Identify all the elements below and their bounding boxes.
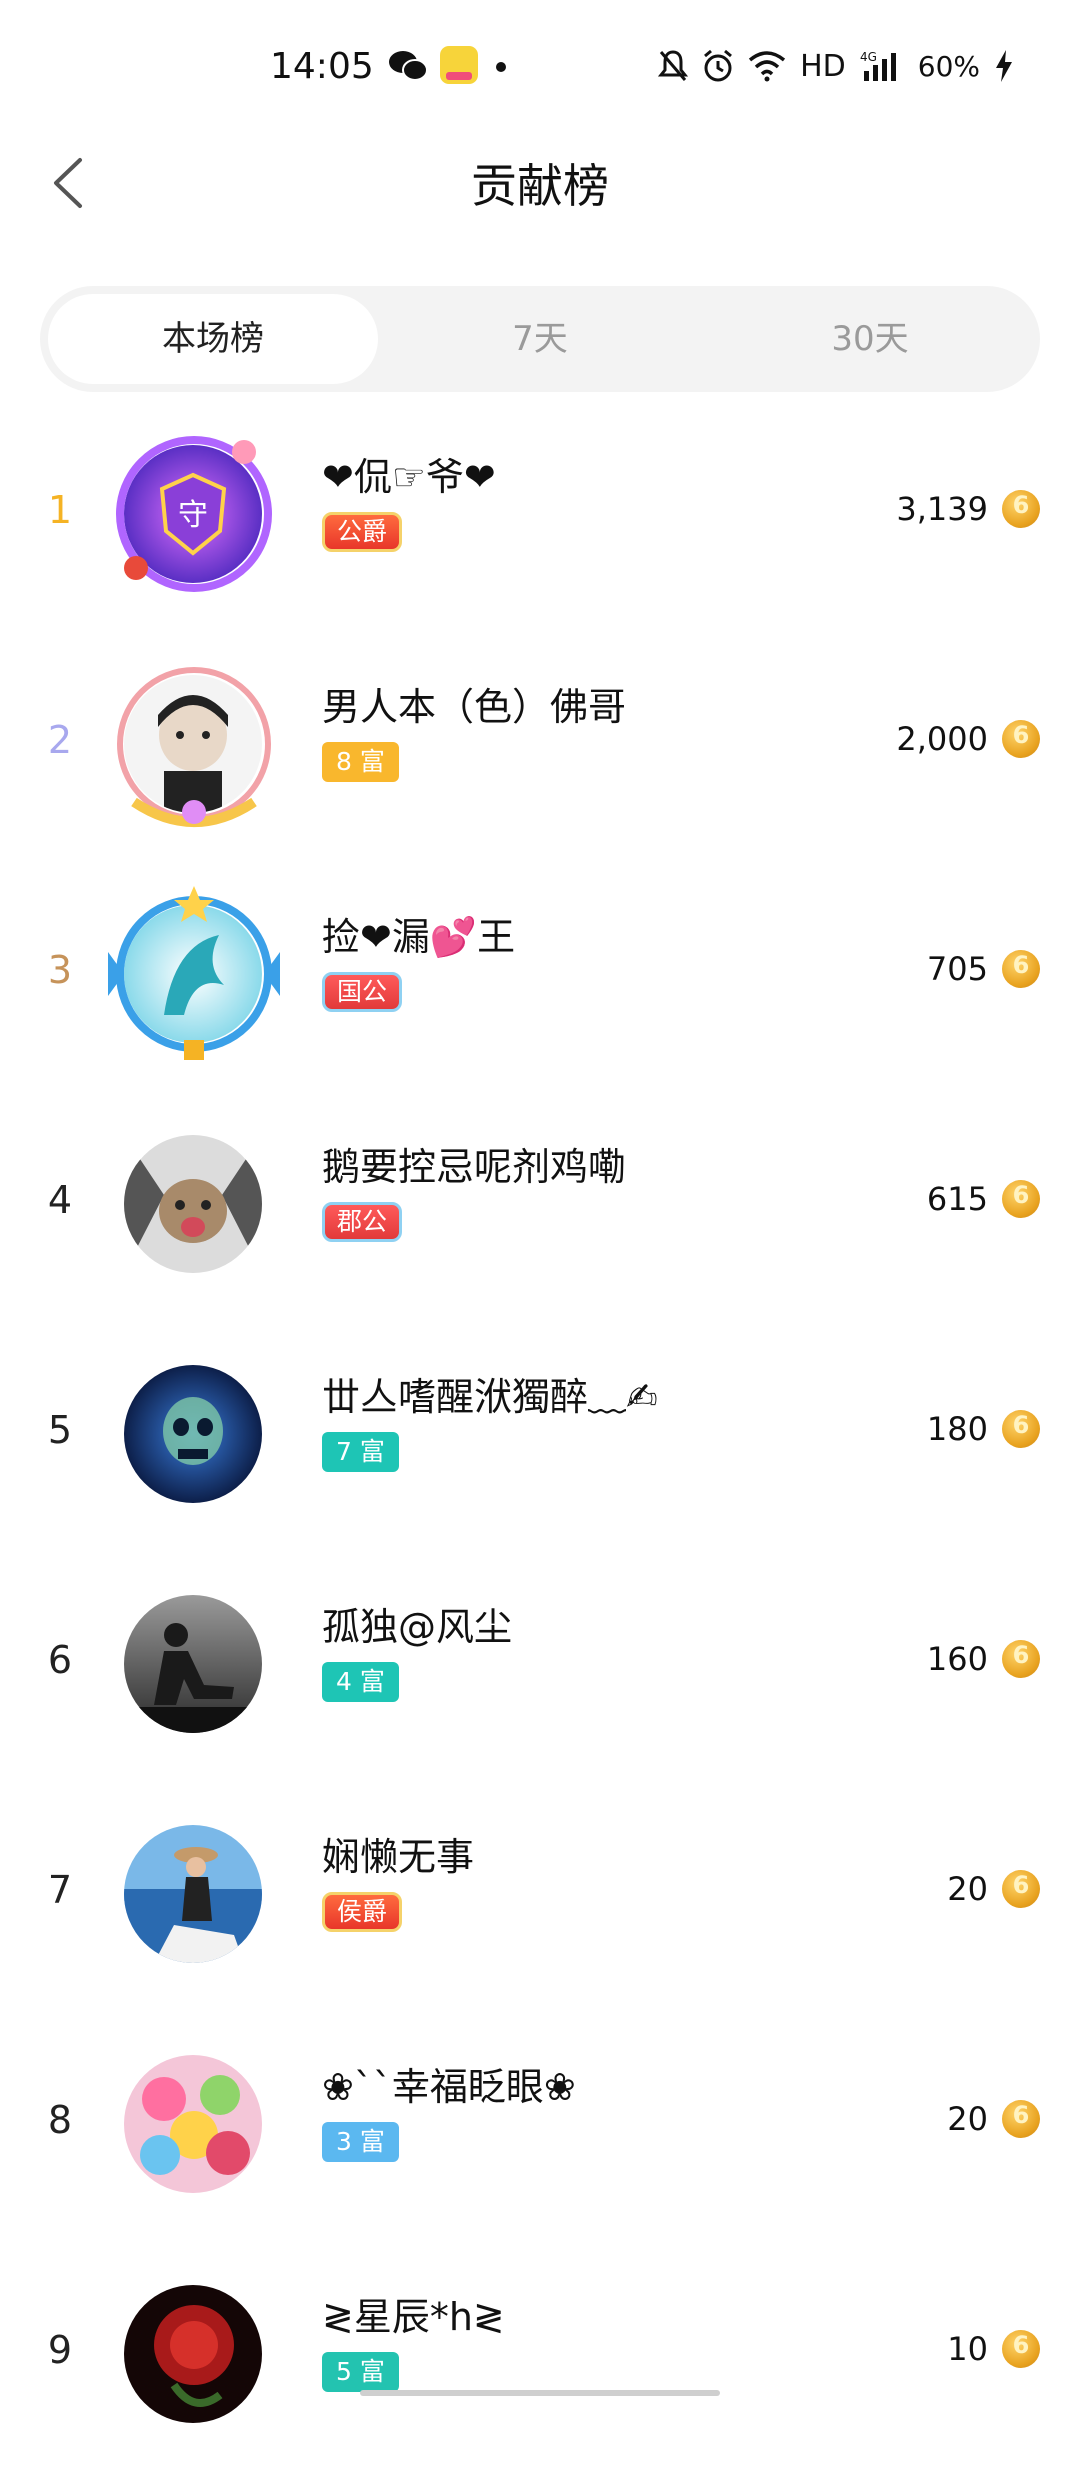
avatar[interactable] bbox=[124, 1365, 262, 1503]
status-indicators: HD 4G 60% bbox=[658, 46, 1014, 86]
coin-icon bbox=[1002, 2100, 1040, 2138]
contribution-score: 3,139 bbox=[896, 490, 988, 528]
noble-badge: 郡公 bbox=[322, 1202, 403, 1242]
tab-bar: 本场榜 7天 30天 bbox=[40, 286, 1040, 392]
avatar[interactable] bbox=[124, 2285, 262, 2423]
list-item[interactable]: 9 ≷星辰*h≷ 5 富 10 bbox=[0, 2238, 1080, 2468]
username: 捡❤漏💕王 bbox=[322, 915, 516, 959]
battery-level: 60% bbox=[917, 49, 980, 83]
list-item[interactable]: 8 ❀``幸福眨眼❀ 3 富 20 bbox=[0, 2008, 1080, 2238]
coin-icon bbox=[1002, 2330, 1040, 2368]
username: 孤独@风尘 bbox=[322, 1605, 513, 1649]
username: 娴懒无事 bbox=[322, 1835, 475, 1879]
signal-icon: 4G bbox=[860, 50, 896, 81]
coin-icon bbox=[1002, 1180, 1040, 1218]
coin-icon bbox=[1002, 1640, 1040, 1678]
contribution-score: 615 bbox=[926, 1180, 988, 1218]
username: ≷星辰*h≷ bbox=[322, 2295, 505, 2339]
avatar-frame bbox=[108, 886, 280, 1060]
rank-number: 6 bbox=[47, 1638, 73, 1682]
contribution-score: 2,000 bbox=[896, 720, 988, 758]
tab-7-days[interactable]: 7天 bbox=[375, 294, 705, 384]
fortune-level-badge: 4 富 bbox=[322, 1662, 399, 1702]
list-item[interactable]: 2 男人本（色）佛哥 8 富 2,000 bbox=[0, 628, 1080, 858]
rank-number: 9 bbox=[47, 2328, 73, 2372]
rank-number: 8 bbox=[47, 2098, 73, 2142]
list-item[interactable]: 5 丗亼嗜醒洑獨醉﹏✍ 7 富 180 bbox=[0, 1318, 1080, 1548]
charging-icon bbox=[996, 50, 1012, 82]
avatar-frame bbox=[117, 667, 271, 827]
noble-badge: 公爵 bbox=[322, 512, 403, 552]
coin-icon bbox=[1002, 490, 1040, 528]
fortune-level-badge: 5 富 bbox=[322, 2352, 399, 2392]
avatar-frame bbox=[116, 436, 272, 592]
app-notification-icon bbox=[440, 46, 478, 84]
username: ❀``幸福眨眼❀ bbox=[322, 2065, 576, 2109]
list-item[interactable]: 1 守 ❤侃☞爷❤ 公爵 3,139 bbox=[0, 398, 1080, 628]
contribution-score: 20 bbox=[947, 2100, 988, 2138]
list-item[interactable]: 6 孤独@风尘 4 富 160 bbox=[0, 1548, 1080, 1778]
rank-number: 4 bbox=[47, 1178, 73, 1222]
noble-badge: 国公 bbox=[322, 972, 403, 1012]
coin-icon bbox=[1002, 720, 1040, 758]
scroll-indicator[interactable] bbox=[360, 2390, 720, 2396]
wechat-icon bbox=[389, 51, 428, 81]
username: ❤侃☞爷❤ bbox=[322, 455, 496, 499]
tab-30-days[interactable]: 30天 bbox=[705, 294, 1035, 384]
wifi-icon bbox=[748, 51, 786, 82]
rank-number: 1 bbox=[47, 488, 73, 532]
contribution-score: 160 bbox=[926, 1640, 988, 1678]
dot-icon bbox=[496, 62, 506, 72]
list-item[interactable]: 7 娴懒无事 侯爵 20 bbox=[0, 1778, 1080, 2008]
coin-icon bbox=[1002, 1410, 1040, 1448]
tab-current-session[interactable]: 本场榜 bbox=[48, 294, 378, 384]
mute-icon bbox=[658, 50, 689, 81]
noble-badge: 侯爵 bbox=[322, 1892, 403, 1932]
fortune-level-badge: 3 富 bbox=[322, 2122, 399, 2162]
avatar[interactable] bbox=[124, 1825, 262, 1963]
fortune-level-badge: 8 富 bbox=[322, 742, 399, 782]
rank-number: 2 bbox=[47, 718, 73, 762]
avatar[interactable] bbox=[124, 1135, 262, 1273]
status-time: 14:05 bbox=[270, 46, 374, 87]
coin-icon bbox=[1002, 950, 1040, 988]
svg-text:4G: 4G bbox=[860, 50, 877, 64]
username: 丗亼嗜醒洑獨醉﹏✍ bbox=[322, 1375, 658, 1419]
coin-icon bbox=[1002, 1870, 1040, 1908]
status-bar: 14:05 HD 4G 60% bbox=[0, 0, 1080, 140]
page-title: 贡献榜 bbox=[471, 159, 609, 213]
username: 鹅要控忌呢剂鸡嘞 bbox=[322, 1145, 627, 1189]
alarm-icon bbox=[704, 49, 733, 82]
fortune-level-badge: 7 富 bbox=[322, 1432, 399, 1472]
username: 男人本（色）佛哥 bbox=[322, 685, 627, 729]
rank-number: 7 bbox=[47, 1868, 73, 1912]
avatar[interactable] bbox=[124, 2055, 262, 2193]
avatar[interactable] bbox=[124, 1595, 262, 1733]
list-item[interactable]: 3 捡❤漏💕王 国公 705 bbox=[0, 858, 1080, 1088]
contribution-score: 20 bbox=[947, 1870, 988, 1908]
rank-number: 5 bbox=[47, 1408, 73, 1452]
contribution-score: 180 bbox=[926, 1410, 988, 1448]
list-item[interactable]: 4 鹅要控忌呢剂鸡嘞 郡公 615 bbox=[0, 1088, 1080, 1318]
rank-number: 3 bbox=[47, 948, 73, 992]
contribution-score: 10 bbox=[947, 2330, 988, 2368]
hd-label: HD bbox=[800, 48, 846, 84]
contribution-score: 705 bbox=[926, 950, 988, 988]
